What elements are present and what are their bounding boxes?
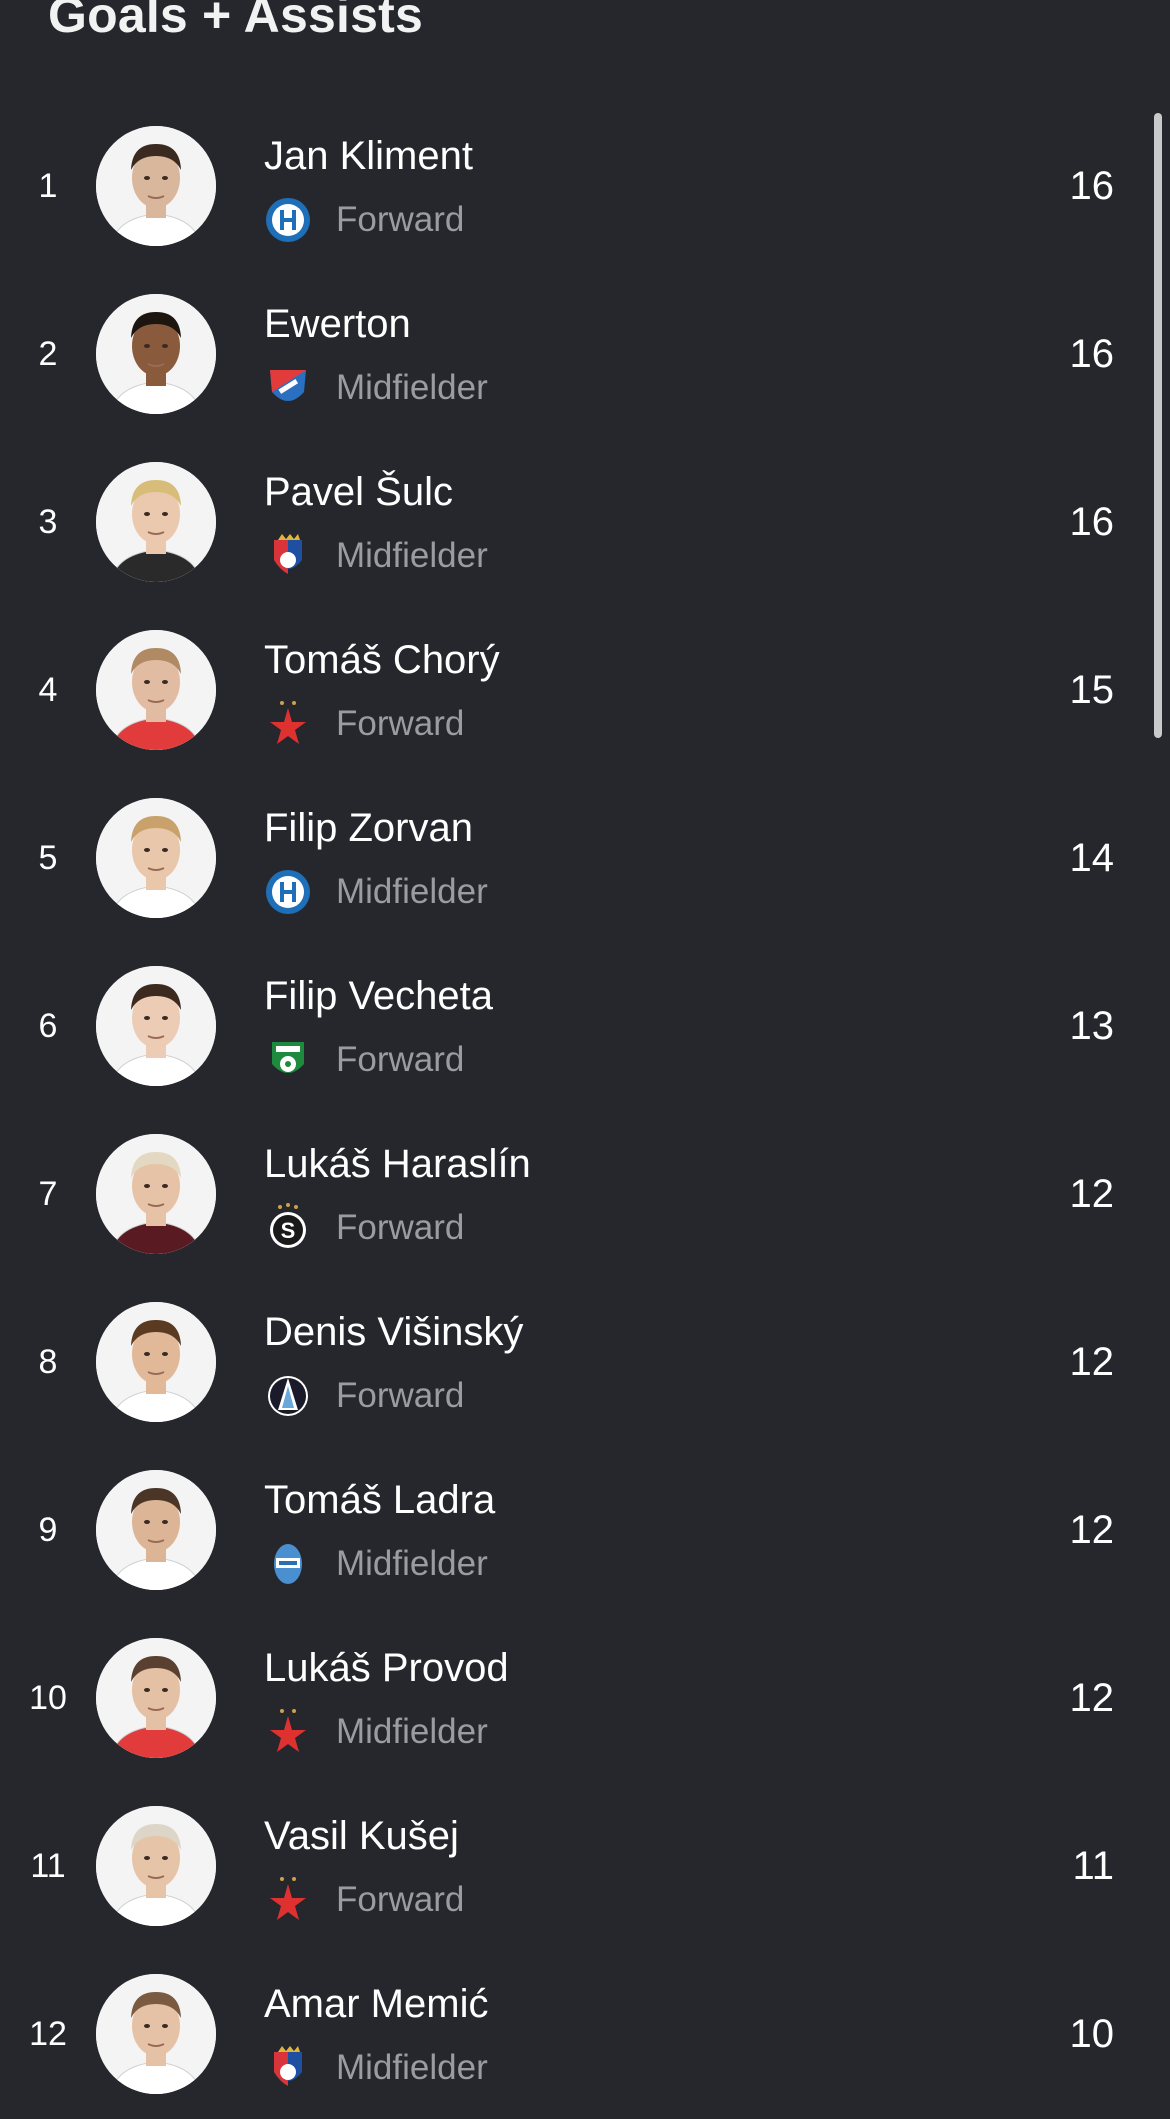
player-position: Forward (336, 1208, 465, 1247)
player-avatar (96, 1806, 216, 1926)
stat-value: 10 (1069, 2011, 1115, 2056)
player-row[interactable]: 12 Amar Memić Midfielder 10 (0, 1950, 1170, 2118)
player-position: Forward (336, 704, 465, 743)
goals-assists-list: 1 Jan Kliment Forward 16 2 Ewerton Midfielder 1… (0, 102, 1170, 2118)
rank-number: 2 (38, 334, 58, 373)
player-name: Tomáš Chorý (264, 638, 500, 682)
player-position: Midfielder (336, 1712, 488, 1751)
stat-value: 12 (1069, 1675, 1115, 1720)
rank-number: 4 (38, 670, 58, 709)
player-avatar (96, 966, 216, 1086)
rank-number: 12 (29, 2014, 67, 2053)
player-row[interactable]: 8 Denis Višinský Forward 12 (0, 1278, 1170, 1446)
player-name: Tomáš Ladra (264, 1478, 496, 1522)
stat-value: 14 (1069, 835, 1115, 880)
stat-value: 12 (1069, 1171, 1115, 1216)
sigma-olomouc-crest-icon (264, 866, 312, 918)
stat-value: 13 (1069, 1003, 1115, 1048)
player-row[interactable]: 3 Pavel Šulc Midfielder 16 (0, 438, 1170, 606)
stat-value: 11 (1072, 1843, 1114, 1888)
player-row[interactable]: 2 Ewerton Midfielder 16 (0, 270, 1170, 438)
player-position: Midfielder (336, 536, 488, 575)
player-name: Lukáš Haraslín (264, 1142, 531, 1186)
rank-number: 3 (38, 502, 58, 541)
sparta-crest-icon: S (264, 1202, 312, 1254)
player-position: Midfielder (336, 1544, 488, 1583)
rank-number: 6 (38, 1006, 58, 1045)
player-name: Filip Vecheta (264, 974, 494, 1018)
player-avatar (96, 462, 216, 582)
player-position: Midfielder (336, 368, 488, 407)
player-position: Midfielder (336, 872, 488, 911)
player-row[interactable]: 4 Tomáš Chorý Forward 15 (0, 606, 1170, 774)
player-avatar (96, 798, 216, 918)
player-position: Forward (336, 1880, 465, 1919)
player-row[interactable]: 6 Filip Vecheta Forward 13 (0, 942, 1170, 1110)
viktoria-plzen-crest-icon (264, 2042, 312, 2094)
player-avatar (96, 1638, 216, 1758)
scrollbar[interactable] (1154, 113, 1162, 738)
stat-value: 12 (1069, 1339, 1115, 1384)
player-avatar (96, 630, 216, 750)
player-row[interactable]: 1 Jan Kliment Forward 16 (0, 102, 1170, 270)
player-position: Forward (336, 1376, 465, 1415)
stat-value: 16 (1069, 163, 1115, 208)
player-row[interactable]: 5 Filip Zorvan Midfielder 14 (0, 774, 1170, 942)
player-row[interactable]: 9 Tomáš Ladra Midfielder 12 (0, 1446, 1170, 1614)
player-position: Midfielder (336, 2048, 488, 2087)
player-position: Forward (336, 200, 465, 239)
svg-text:S: S (281, 1218, 296, 1243)
page-title: Goals + Assists (48, 0, 423, 43)
rank-number: 10 (29, 1678, 67, 1717)
banik-ostrava-crest-icon (264, 362, 312, 414)
stat-value: 16 (1069, 499, 1115, 544)
player-row[interactable]: 10 Lukáš Provod Midfielder 12 (0, 1614, 1170, 1782)
rank-number: 8 (38, 1342, 58, 1381)
viktoria-plzen-crest-icon (264, 530, 312, 582)
sigma-olomouc-crest-icon (264, 194, 312, 246)
karvina-crest-icon (264, 1034, 312, 1086)
stat-value: 15 (1069, 667, 1115, 712)
stat-value: 12 (1069, 1507, 1115, 1552)
rank-number: 1 (38, 166, 58, 205)
player-row[interactable]: 11 Vasil Kušej Forward 11 (0, 1782, 1170, 1950)
player-name: Denis Višinský (264, 1310, 524, 1354)
player-avatar (96, 1302, 216, 1422)
player-avatar (96, 126, 216, 246)
rank-number: 11 (30, 1846, 66, 1885)
rank-number: 7 (38, 1174, 58, 1213)
rank-number: 9 (38, 1510, 58, 1549)
liberec-crest-icon (264, 1370, 312, 1422)
player-avatar (96, 294, 216, 414)
player-position: Forward (336, 1040, 465, 1079)
player-name: Jan Kliment (264, 134, 473, 178)
slavia-star-crest-icon (264, 1874, 312, 1926)
player-name: Ewerton (264, 302, 411, 346)
slavia-star-crest-icon (264, 698, 312, 750)
player-row[interactable]: 7 Lukáš Haraslín S Forward 12 (0, 1110, 1170, 1278)
player-name: Lukáš Provod (264, 1646, 509, 1690)
player-name: Amar Memić (264, 1982, 489, 2026)
player-name: Filip Zorvan (264, 806, 473, 850)
player-name: Vasil Kušej (264, 1814, 459, 1858)
player-avatar (96, 1974, 216, 2094)
player-name: Pavel Šulc (264, 470, 453, 514)
rank-number: 5 (38, 838, 58, 877)
player-avatar (96, 1470, 216, 1590)
player-avatar (96, 1134, 216, 1254)
stat-value: 16 (1069, 331, 1115, 376)
mlada-boleslav-crest-icon (264, 1538, 312, 1590)
slavia-star-crest-icon (264, 1706, 312, 1758)
